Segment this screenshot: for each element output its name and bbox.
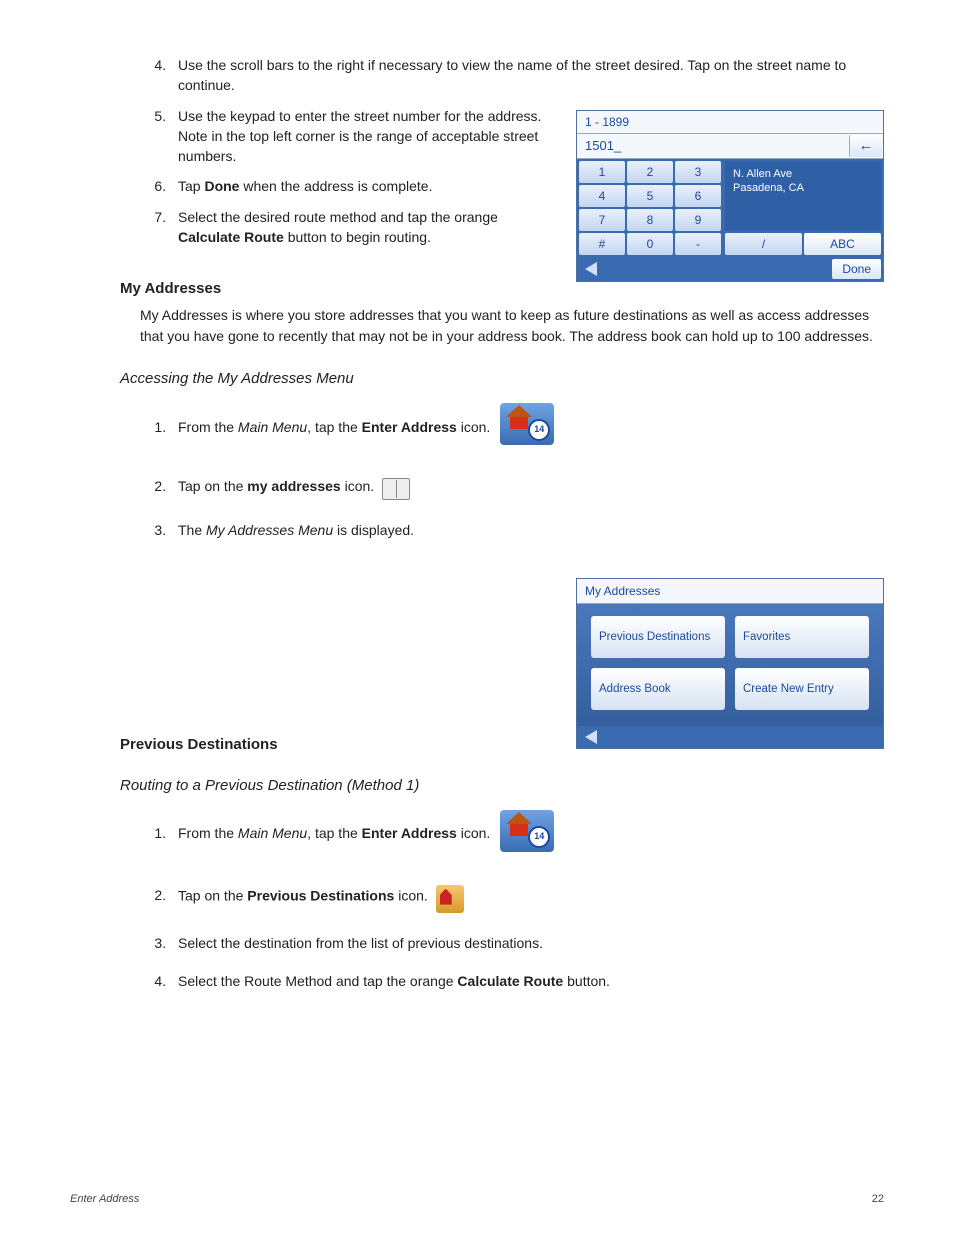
- keypad-body: 1 2 3 4 5 6 7 8 9 # 0 - N. Allen Ave P: [577, 159, 883, 257]
- page-number: 22: [872, 1193, 884, 1205]
- a2-post: icon.: [341, 478, 374, 494]
- ma-b0: Previous Destinations: [599, 630, 710, 645]
- backspace-icon[interactable]: ←: [849, 135, 882, 157]
- step-6-bold: Done: [204, 178, 239, 194]
- key-1[interactable]: 1: [579, 161, 625, 183]
- a1-pre: From the: [178, 419, 238, 435]
- keypad-footer: Done: [577, 257, 883, 281]
- a3-pre: The: [178, 522, 206, 538]
- steps-prev: From the Main Menu, tap the Enter Addres…: [170, 808, 884, 997]
- keypad-range: 1 - 1899: [577, 111, 883, 134]
- keypad-right: N. Allen Ave Pasadena, CA / ABC: [725, 161, 881, 255]
- a1-post: icon.: [457, 419, 490, 435]
- page-footer: Enter Address 22: [70, 1193, 884, 1205]
- enter-address-badge: 14: [528, 826, 550, 848]
- favorites-button[interactable]: Favorites: [735, 616, 869, 658]
- step-4-text: Use the scroll bars to the right if nece…: [178, 57, 846, 93]
- step-6-post: when the address is complete.: [239, 178, 432, 194]
- keypad-grid: 1 2 3 4 5 6 7 8 9 # 0 -: [579, 161, 721, 255]
- step-5-text: Use the keypad to enter the street numbe…: [178, 108, 541, 165]
- key-hash[interactable]: #: [579, 233, 625, 255]
- p2-bold: Previous Destinations: [247, 887, 394, 903]
- p1-post: icon.: [457, 825, 490, 841]
- key-8[interactable]: 8: [627, 209, 673, 231]
- back-arrow-icon[interactable]: [585, 730, 597, 744]
- enter-address-icon: 14: [500, 810, 554, 852]
- a1-it: Main Menu: [238, 419, 307, 435]
- prev-step-3: Select the destination from the list of …: [170, 928, 884, 958]
- p1-mid: , tap the: [307, 825, 361, 841]
- heading-my-addresses: My Addresses: [120, 280, 884, 297]
- previous-destinations-button[interactable]: Previous Destinations: [591, 616, 725, 658]
- a3-post: is displayed.: [333, 522, 414, 538]
- p4-post: button.: [563, 973, 610, 989]
- p4-pre: Select the Route Method and tap the oran…: [178, 973, 457, 989]
- prev-step-2: Tap on the Previous Destinations icon.: [170, 878, 884, 916]
- a3-it: My Addresses Menu: [206, 522, 333, 538]
- previous-destinations-icon: [436, 885, 464, 913]
- p3: Select the destination from the list of …: [178, 935, 543, 951]
- ma-b2: Address Book: [599, 682, 671, 697]
- address-book-button[interactable]: Address Book: [591, 668, 725, 710]
- keypad-input-row: 1501_ ←: [577, 134, 883, 159]
- key-7[interactable]: 7: [579, 209, 625, 231]
- p2-pre: Tap on the: [178, 887, 247, 903]
- step-7-bold: Calculate Route: [178, 229, 284, 245]
- ma-b3: Create New Entry: [743, 682, 834, 697]
- key-dash[interactable]: -: [675, 233, 721, 255]
- a2-bold: my addresses: [247, 478, 340, 494]
- step-4: Use the scroll bars to the right if nece…: [170, 50, 884, 101]
- key-9[interactable]: 9: [675, 209, 721, 231]
- step-5: Use the keypad to enter the street numbe…: [170, 101, 548, 172]
- key-5[interactable]: 5: [627, 185, 673, 207]
- enter-address-badge: 14: [528, 419, 550, 441]
- key-0[interactable]: 0: [627, 233, 673, 255]
- keypad-suggestion[interactable]: N. Allen Ave Pasadena, CA: [725, 161, 881, 231]
- suggest-line1: N. Allen Ave: [733, 168, 792, 180]
- create-new-entry-button[interactable]: Create New Entry: [735, 668, 869, 710]
- step-7-post: button to begin routing.: [284, 229, 431, 245]
- ma-title: My Addresses: [577, 579, 883, 604]
- access-step-2: Tap on the my addresses icon.: [170, 471, 884, 503]
- page: Use the scroll bars to the right if nece…: [0, 0, 954, 1235]
- suggest-line2: Pasadena, CA: [733, 182, 804, 194]
- subheading-accessing: Accessing the My Addresses Menu: [120, 370, 884, 387]
- prev-step-1: From the Main Menu, tap the Enter Addres…: [170, 808, 884, 860]
- footer-left: Enter Address: [70, 1193, 139, 1205]
- ma-b1: Favorites: [743, 630, 790, 645]
- back-arrow-icon[interactable]: [585, 262, 597, 276]
- access-step-3: The My Addresses Menu is displayed.: [170, 515, 884, 545]
- p1-bold: Enter Address: [362, 825, 457, 841]
- steps-accessing: From the Main Menu, tap the Enter Addres…: [170, 401, 884, 546]
- enter-address-icon: 14: [500, 403, 554, 445]
- p1-it: Main Menu: [238, 825, 307, 841]
- done-button[interactable]: Done: [832, 259, 881, 279]
- address-book-icon: [382, 478, 410, 500]
- a2-pre: Tap on the: [178, 478, 247, 494]
- prev-step-4: Select the Route Method and tap the oran…: [170, 966, 884, 996]
- my-addresses-screenshot: My Addresses Previous Destinations Favor…: [576, 578, 884, 749]
- my-addresses-para: My Addresses is where you store addresse…: [140, 305, 884, 346]
- step-7: Select the desired route method and tap …: [170, 202, 548, 253]
- step-6-pre: Tap: [178, 178, 204, 194]
- key-slash[interactable]: /: [725, 233, 802, 255]
- key-4[interactable]: 4: [579, 185, 625, 207]
- step-6: Tap Done when the address is complete.: [170, 171, 548, 201]
- ma-footer: [577, 726, 883, 748]
- a1-mid: , tap the: [307, 419, 361, 435]
- access-step-1: From the Main Menu, tap the Enter Addres…: [170, 401, 884, 453]
- p4-bold: Calculate Route: [457, 973, 563, 989]
- key-2[interactable]: 2: [627, 161, 673, 183]
- subheading-routing: Routing to a Previous Destination (Metho…: [120, 777, 884, 794]
- step-7-pre: Select the desired route method and tap …: [178, 209, 498, 225]
- a1-bold: Enter Address: [362, 419, 457, 435]
- keypad-input[interactable]: 1501_: [577, 134, 848, 158]
- keypad-screenshot: 1 - 1899 1501_ ← 1 2 3 4 5 6 7 8 9 # 0: [576, 110, 884, 282]
- p1-pre: From the: [178, 825, 238, 841]
- ma-body: Previous Destinations Favorites Address …: [577, 604, 883, 726]
- key-3[interactable]: 3: [675, 161, 721, 183]
- key-abc[interactable]: ABC: [804, 233, 881, 255]
- p2-post: icon.: [394, 887, 427, 903]
- key-6[interactable]: 6: [675, 185, 721, 207]
